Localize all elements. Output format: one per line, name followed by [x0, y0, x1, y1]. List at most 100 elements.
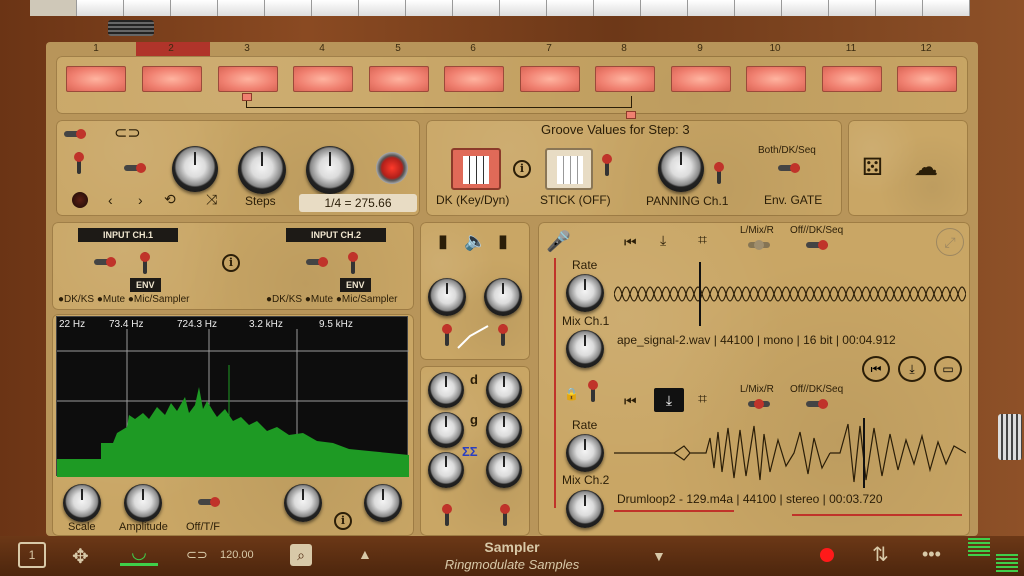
step-pad-12[interactable] [897, 66, 957, 92]
ch2-toggle-a[interactable] [306, 256, 328, 268]
step-pad-6[interactable] [444, 66, 504, 92]
step-pad-11[interactable] [822, 66, 882, 92]
seq-toggle[interactable] [64, 128, 86, 140]
mixer-knob-left[interactable] [428, 278, 466, 316]
link-icon[interactable]: ⊂⊃ [186, 547, 208, 563]
s1-rate-knob[interactable] [566, 274, 604, 312]
ch1-toggle-a[interactable] [94, 256, 116, 268]
keyboard-grip-icon[interactable] [108, 20, 154, 36]
step-start-marker[interactable] [242, 93, 252, 101]
scale-knob[interactable] [63, 484, 101, 522]
crop-icon[interactable]: ⌗ [698, 392, 707, 408]
record-button[interactable] [376, 152, 408, 184]
shuffle-icon[interactable]: ⤨ [206, 192, 217, 206]
step-pad-2[interactable] [142, 66, 202, 92]
expand-icon[interactable]: ⤢ [936, 228, 964, 256]
ch2-toggle-b[interactable] [348, 252, 358, 274]
step-pad-8[interactable] [595, 66, 655, 92]
step-pad-9[interactable] [671, 66, 731, 92]
swing-knob[interactable] [172, 146, 218, 192]
chevron-left-icon[interactable]: ‹ [108, 193, 113, 207]
link-icon[interactable]: ⊂⊃ [114, 126, 141, 142]
cloud-download-icon[interactable]: ☁ [914, 156, 938, 180]
fx-knob-3[interactable] [428, 412, 464, 448]
more-icon[interactable]: ••• [922, 544, 941, 565]
link-toggle[interactable] [124, 162, 146, 174]
chevron-right-icon[interactable]: › [138, 193, 143, 207]
search-icon[interactable]: ⌕ [290, 544, 312, 566]
fx-knob-4[interactable] [486, 412, 522, 448]
volume-icon[interactable]: 🔈 [464, 232, 486, 250]
sequencer-icon[interactable]: ◡ [120, 542, 158, 566]
side-handle[interactable] [998, 414, 1022, 460]
fx-knob-5[interactable] [428, 452, 464, 488]
repeat-icon[interactable]: ⟲ [164, 192, 176, 206]
fx-knob-1[interactable] [428, 372, 464, 408]
speaker-right-icon[interactable]: ▮ [498, 232, 508, 250]
dk-button[interactable] [451, 148, 501, 190]
transport-skip-back-button[interactable]: ⏮ [862, 356, 890, 382]
ch2-options[interactable]: ●DK/KS ●Mute ●Mic/Sampler [266, 294, 397, 305]
info-icon[interactable]: i [334, 512, 352, 530]
step-pad-3[interactable] [218, 66, 278, 92]
step-pad-7[interactable] [520, 66, 580, 92]
fx-knob-6[interactable] [486, 452, 522, 488]
s2-lock-toggle[interactable] [588, 380, 598, 402]
panning-knob[interactable] [658, 146, 704, 192]
spectrum-knob-4[interactable] [364, 484, 402, 522]
mixer-knob-right[interactable] [484, 278, 522, 316]
record-dot-icon[interactable] [820, 548, 834, 562]
microphone-icon[interactable]: 🎤 [546, 232, 571, 252]
lock-icon[interactable]: 🔒 [564, 388, 579, 400]
s1-mode-toggle[interactable] [806, 239, 828, 251]
down-arrow-icon[interactable]: ▼ [652, 548, 666, 564]
mixer-bars-icon-2[interactable] [996, 554, 1018, 574]
s2-download-button[interactable]: ⤓ [654, 388, 684, 412]
s1-lmr-toggle[interactable] [748, 239, 770, 251]
step-pad-4[interactable] [293, 66, 353, 92]
steps-knob[interactable] [238, 146, 286, 194]
skip-back-icon[interactable]: ⏮ [624, 394, 637, 408]
sort-arrows-icon[interactable]: ⇅ [872, 542, 889, 567]
s2-mix-knob[interactable] [566, 490, 604, 528]
mixer-bars-icon[interactable] [968, 538, 990, 558]
s2-lmr-toggle[interactable] [748, 398, 770, 410]
step-pad-10[interactable] [746, 66, 806, 92]
fx-toggle-right[interactable] [500, 504, 510, 526]
ch1-options[interactable]: ●DK/KS ●Mute ●Mic/Sampler [58, 294, 189, 305]
s2-rate-knob[interactable] [566, 434, 604, 472]
dice-icon[interactable]: ⚄ [862, 156, 883, 180]
mixer-toggle-left[interactable] [442, 324, 452, 346]
piano-keys[interactable] [30, 0, 970, 16]
fx-toggle-left[interactable] [442, 504, 452, 526]
bpm-value[interactable]: 120.00 [220, 549, 254, 561]
s1-mix-knob[interactable] [566, 330, 604, 368]
offtf-toggle[interactable] [198, 496, 220, 508]
amplitude-knob[interactable] [124, 484, 162, 522]
s2-mode-toggle[interactable] [806, 398, 828, 410]
stick-toggle[interactable] [602, 154, 612, 176]
speaker-left-icon[interactable]: ▮ [438, 232, 448, 250]
panning-toggle[interactable] [714, 162, 724, 184]
up-arrow-icon[interactable]: ▲ [358, 546, 372, 562]
step-end-marker[interactable] [626, 111, 636, 119]
download-icon[interactable]: ⤓ [660, 233, 666, 247]
move-icon[interactable]: ✥ [72, 544, 89, 569]
info-icon[interactable]: i [513, 160, 531, 178]
step-pad-1[interactable] [66, 66, 126, 92]
s2-waveform[interactable] [614, 418, 966, 488]
skip-back-icon[interactable]: ⏮ [624, 235, 637, 249]
crop-icon[interactable]: ⌗ [698, 233, 707, 249]
fx-knob-2[interactable] [486, 372, 522, 408]
mixer-toggle-right[interactable] [498, 324, 508, 346]
s1-waveform[interactable] [614, 262, 966, 326]
step-pad-5[interactable] [369, 66, 429, 92]
groove-mode-toggle[interactable] [778, 162, 800, 174]
folder-button[interactable]: ▭ [934, 356, 962, 382]
preset-icon[interactable]: 1 [18, 542, 46, 568]
spectrum-knob-3[interactable] [284, 484, 322, 522]
ch1-toggle-b[interactable] [140, 252, 150, 274]
transport-download-button[interactable]: ⤓ [898, 356, 926, 382]
tempo-knob[interactable] [306, 146, 354, 194]
seq-vtoggle[interactable] [74, 152, 84, 174]
